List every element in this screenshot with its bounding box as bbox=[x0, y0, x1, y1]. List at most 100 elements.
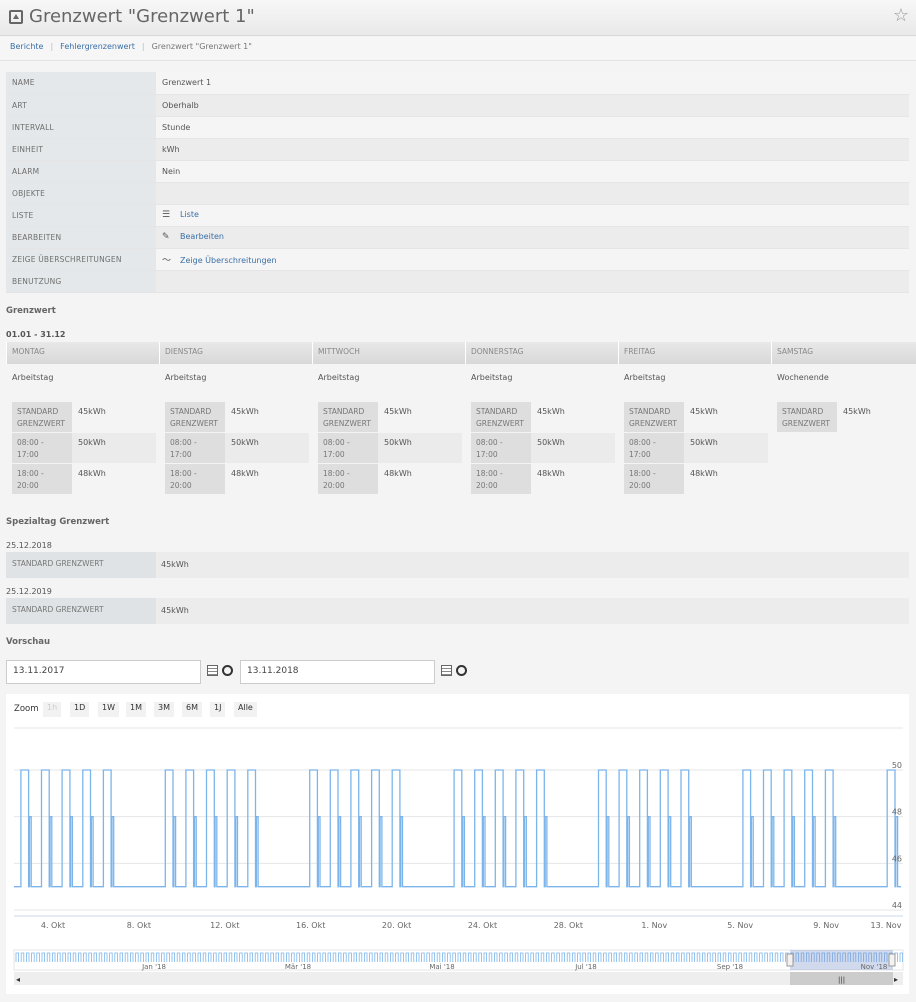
to-date-input[interactable]: 13.11.2018 bbox=[240, 660, 435, 684]
info-key: EINHEIT bbox=[6, 138, 156, 161]
spezial-label: STANDARD GRENZWERT bbox=[6, 598, 156, 624]
limit-row: 08:00 - 17:00 50kWh bbox=[318, 433, 462, 463]
calendar-icon[interactable] bbox=[441, 665, 452, 676]
info-value bbox=[156, 270, 909, 293]
page-title: Grenzwert "Grenzwert 1" bbox=[29, 6, 255, 27]
limit-row: 18:00 - 20:00 48kWh bbox=[12, 464, 156, 494]
day-header: DONNERSTAG bbox=[465, 342, 528, 364]
spezial-heading: Spezialtag Grenzwert bbox=[6, 517, 110, 527]
day-type: Arbeitstag bbox=[165, 373, 207, 382]
navigator[interactable]: Jan '18 Mär '18 Mai '18 Jul '18 Sep '18 Nov '… bbox=[13, 949, 904, 985]
limit-value: 48kWh bbox=[537, 469, 565, 478]
scroll-left-icon[interactable]: ◂ bbox=[16, 975, 20, 984]
info-key: OBJEKTE bbox=[6, 182, 156, 205]
limit-value: 45kWh bbox=[384, 407, 412, 416]
x-tick-label: 16. Okt bbox=[296, 921, 325, 930]
limit-row: STANDARD GRENZWERT 45kWh bbox=[471, 402, 615, 432]
info-value: Nein bbox=[156, 160, 909, 183]
x-tick-label: 20. Okt bbox=[382, 921, 411, 930]
scrollbar-track[interactable] bbox=[14, 972, 903, 985]
weekday-header: MONTAG DIENSTAG MITTWOCH DONNERSTAG FREI… bbox=[6, 342, 916, 364]
info-key: LISTE bbox=[6, 204, 156, 227]
navigator-label: Mär '18 bbox=[285, 963, 311, 971]
limit-label: STANDARD GRENZWERT bbox=[624, 402, 684, 432]
navigator-left-handle[interactable] bbox=[786, 953, 794, 967]
info-key: NAME bbox=[6, 72, 156, 95]
limit-value: 50kWh bbox=[690, 438, 718, 447]
limit-row: 18:00 - 20:00 48kWh bbox=[318, 464, 462, 494]
list-icon: ☰ bbox=[162, 210, 171, 220]
limit-row: STANDARD GRENZWERT 45kWh bbox=[318, 402, 462, 432]
x-tick-label: 28. Okt bbox=[554, 921, 583, 930]
navigator-label: Nov '18 bbox=[861, 963, 888, 971]
x-tick-label: 8. Okt bbox=[127, 921, 151, 930]
navigator-right-handle[interactable] bbox=[888, 953, 896, 967]
limit-label: 08:00 - 17:00 bbox=[12, 433, 72, 463]
grenzwert-heading: Grenzwert bbox=[6, 306, 56, 316]
y-tick-label: 44 bbox=[892, 901, 902, 910]
limit-value: 45kWh bbox=[690, 407, 718, 416]
limit-value: 50kWh bbox=[78, 438, 106, 447]
limit-label: STANDARD GRENZWERT bbox=[777, 402, 837, 432]
day-header: MONTAG bbox=[6, 342, 50, 364]
day-header: MITTWOCH bbox=[312, 342, 365, 364]
limit-value: 48kWh bbox=[78, 469, 106, 478]
limit-label: 18:00 - 20:00 bbox=[165, 464, 225, 494]
day-header: SAMSTAG bbox=[771, 342, 818, 364]
info-key: INTERVALL bbox=[6, 116, 156, 139]
limit-row: 18:00 - 20:00 48kWh bbox=[624, 464, 768, 494]
zeige-ueberschreitungen-link[interactable]: Zeige Überschreitungen bbox=[180, 256, 277, 265]
breadcrumb-current: Grenzwert "Grenzwert 1" bbox=[151, 42, 252, 51]
info-value: Oberhalb bbox=[156, 94, 909, 117]
limit-label: 08:00 - 17:00 bbox=[471, 433, 531, 463]
preview-chart: Zoom 1h 1D 1W 1M 3M 6M 1J Alle 44 46 48 50 … bbox=[6, 694, 909, 994]
clock-icon[interactable] bbox=[456, 665, 467, 676]
star-icon[interactable]: ☆ bbox=[893, 5, 909, 26]
x-tick-label: 9. Nov bbox=[813, 921, 839, 930]
limit-value: 50kWh bbox=[537, 438, 565, 447]
info-value bbox=[156, 182, 909, 205]
day-type: Wochenende bbox=[777, 373, 829, 382]
limit-value: 48kWh bbox=[231, 469, 259, 478]
limit-value: 50kWh bbox=[231, 438, 259, 447]
info-key: ALARM bbox=[6, 160, 156, 183]
breadcrumb-berichte[interactable]: Berichte bbox=[10, 42, 43, 51]
limit-label: 18:00 - 20:00 bbox=[624, 464, 684, 494]
breadcrumb-fehlergrenzenwert[interactable]: Fehlergrenzenwert bbox=[60, 42, 135, 51]
info-value: Grenzwert 1 bbox=[156, 72, 909, 95]
limit-label: 18:00 - 20:00 bbox=[12, 464, 72, 494]
calendar-icon[interactable] bbox=[207, 665, 218, 676]
clock-icon[interactable] bbox=[222, 665, 233, 676]
day-type: Arbeitstag bbox=[624, 373, 666, 382]
collapse-icon[interactable] bbox=[9, 10, 23, 24]
spezial-date: 25.12.2018 bbox=[6, 541, 52, 550]
limit-row: STANDARD GRENZWERT 45kWh bbox=[624, 402, 768, 432]
limit-label: STANDARD GRENZWERT bbox=[12, 402, 72, 432]
limit-label: 08:00 - 17:00 bbox=[624, 433, 684, 463]
limit-row: 18:00 - 20:00 48kWh bbox=[471, 464, 615, 494]
scroll-right-icon[interactable]: ▸ bbox=[894, 975, 898, 984]
limit-row: 08:00 - 17:00 50kWh bbox=[165, 433, 309, 463]
y-tick-label: 50 bbox=[892, 761, 902, 770]
spezial-value: 45kWh bbox=[161, 560, 189, 569]
info-key: BEARBEITEN bbox=[6, 226, 156, 249]
from-date-input[interactable]: 13.11.2017 bbox=[6, 660, 201, 684]
spezial-date: 25.12.2019 bbox=[6, 587, 52, 596]
info-table: NAME Grenzwert 1 ART Oberhalb INTERVALL Stu… bbox=[6, 72, 909, 293]
liste-link[interactable]: Liste bbox=[180, 210, 199, 219]
day-type: Arbeitstag bbox=[12, 373, 54, 382]
day-type: Arbeitstag bbox=[318, 373, 360, 382]
y-tick-label: 48 bbox=[892, 808, 902, 817]
vorschau-heading: Vorschau bbox=[6, 637, 51, 647]
navigator-label: Sep '18 bbox=[717, 963, 743, 971]
y-tick-label: 46 bbox=[892, 854, 902, 863]
title-bar: Grenzwert "Grenzwert 1" ☆ bbox=[0, 0, 916, 36]
bearbeiten-link[interactable]: Bearbeiten bbox=[180, 232, 224, 241]
info-value: Stunde bbox=[156, 116, 909, 139]
day-header: FREITAG bbox=[618, 342, 660, 364]
x-tick-label: 12. Okt bbox=[210, 921, 239, 930]
x-tick-label: 1. Nov bbox=[641, 921, 667, 930]
limit-row: 08:00 - 17:00 50kWh bbox=[624, 433, 768, 463]
limit-row: STANDARD GRENZWERT 45kWh bbox=[165, 402, 309, 432]
limit-label: 08:00 - 17:00 bbox=[165, 433, 225, 463]
